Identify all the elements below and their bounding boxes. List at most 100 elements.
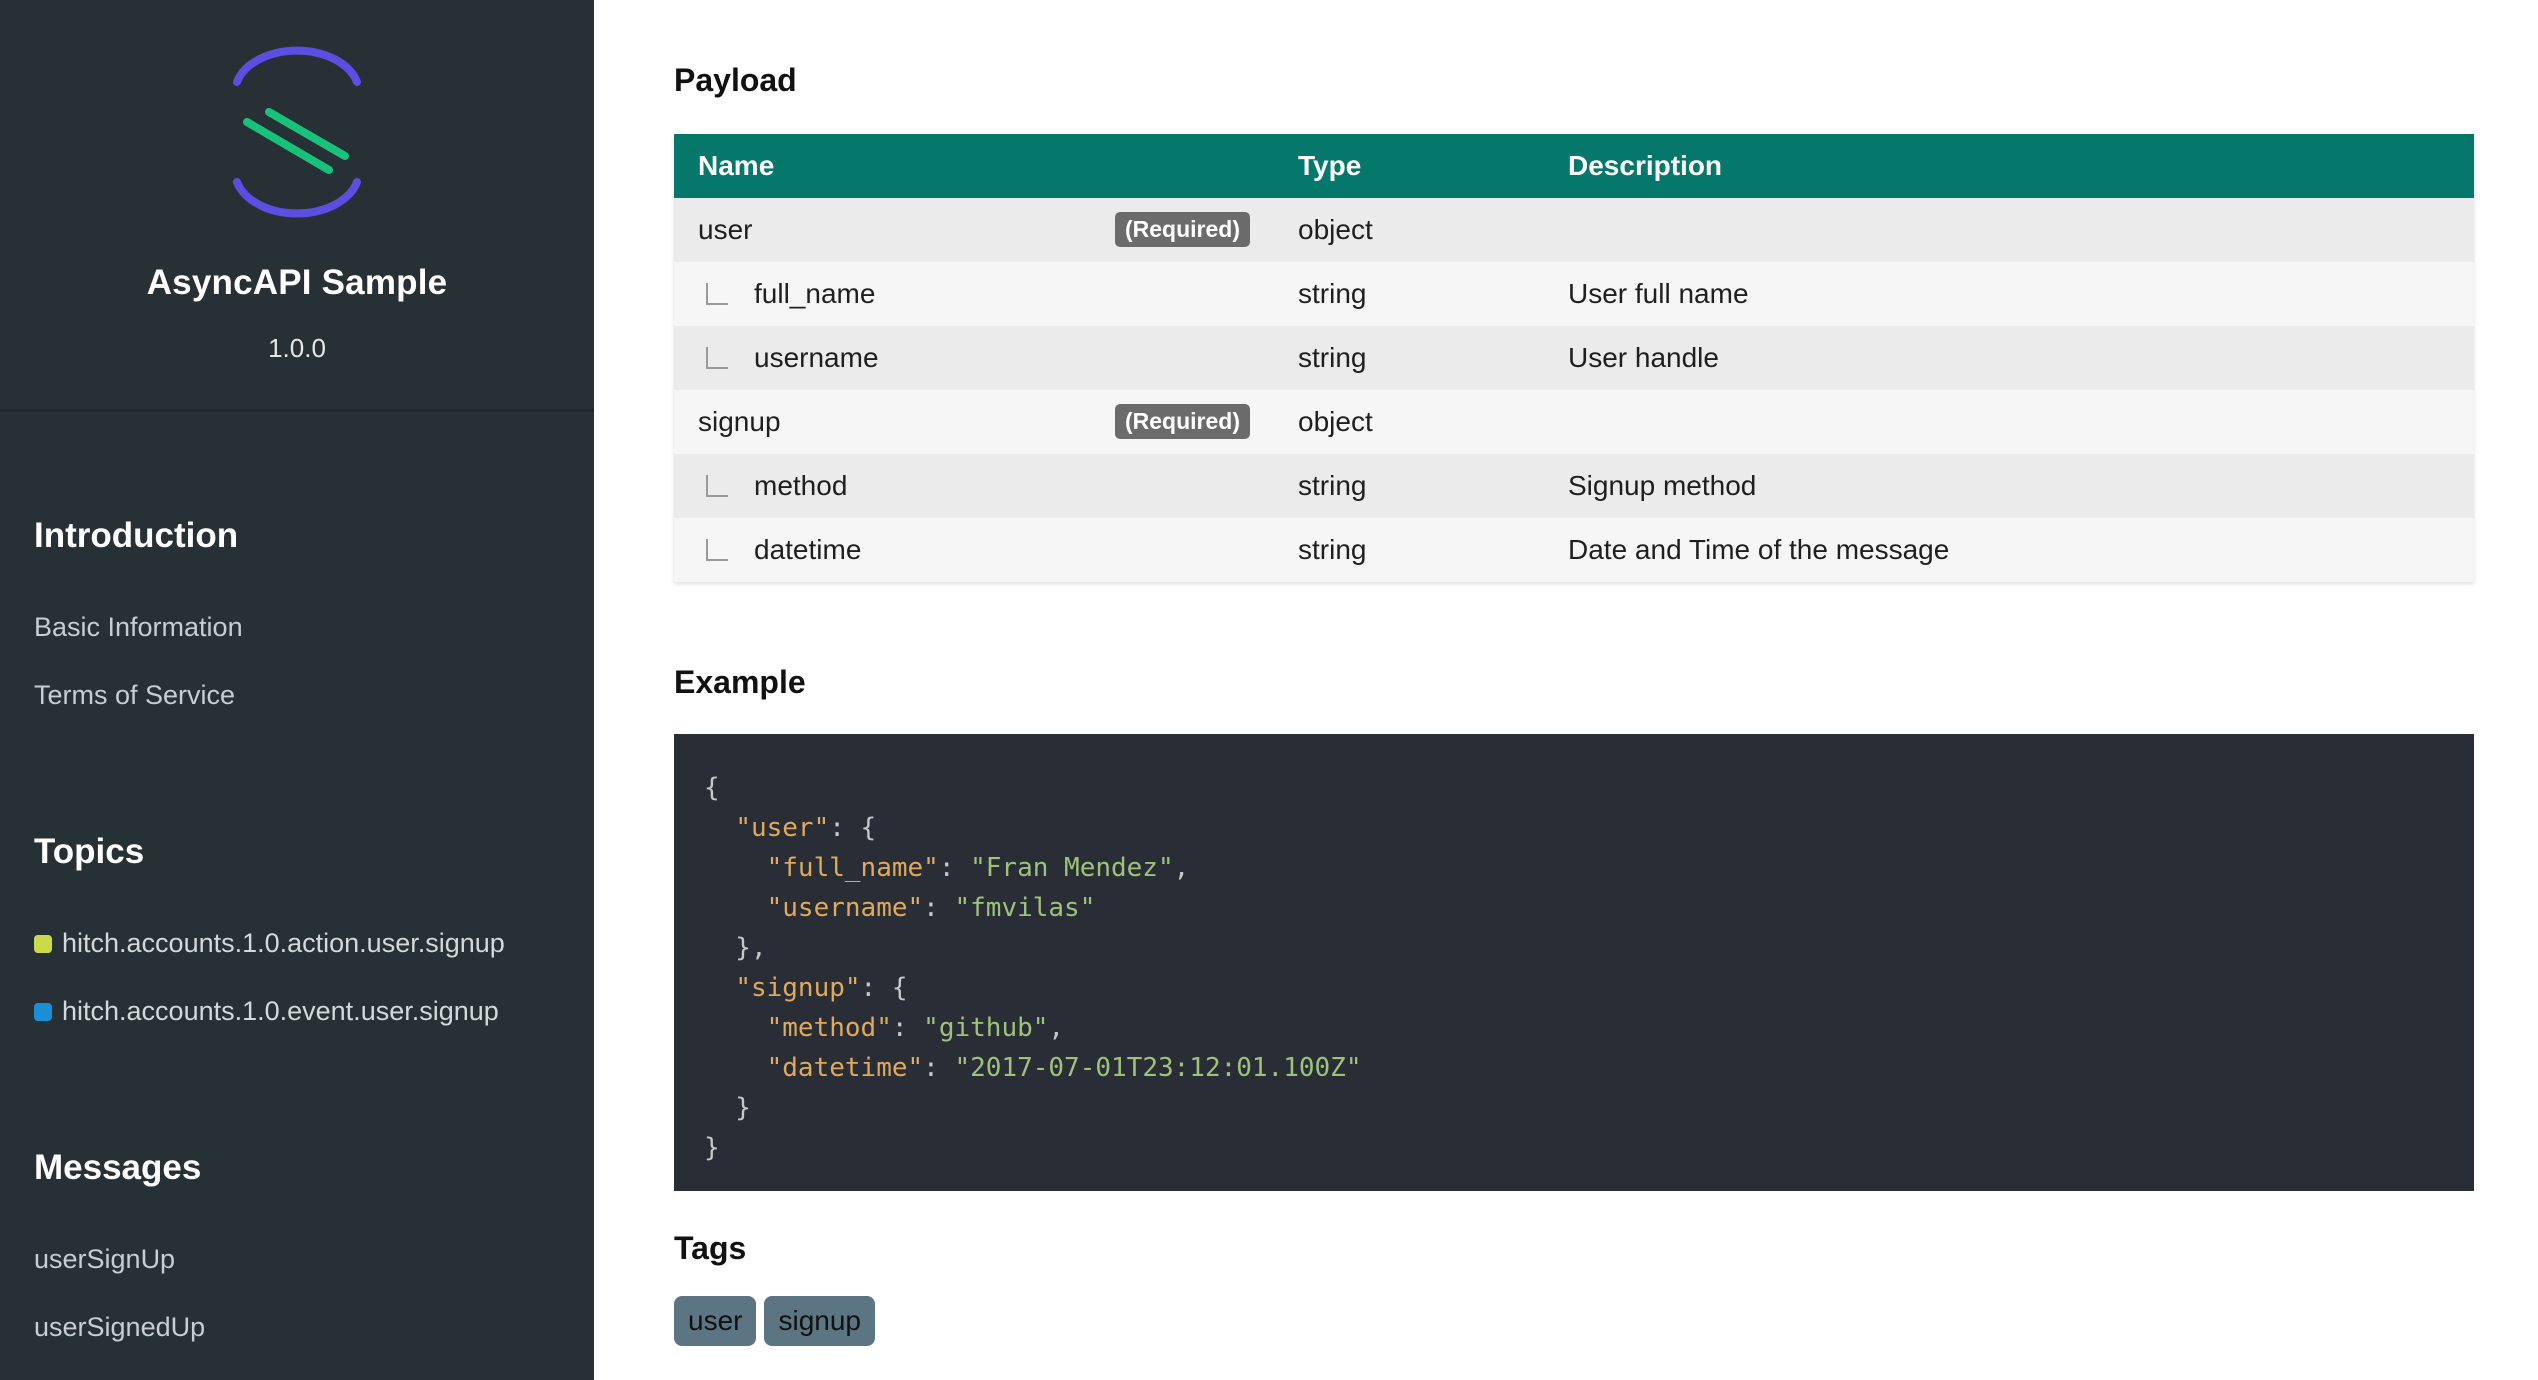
- asyncapi-logo-icon: [233, 46, 361, 218]
- cell-type: object: [1274, 198, 1544, 262]
- tag-signup[interactable]: signup: [764, 1296, 875, 1346]
- code-punctuation: [704, 973, 735, 1003]
- code-punctuation: [704, 853, 767, 883]
- nav-heading-topics: Topics: [34, 832, 145, 871]
- table-row: datetime string Date and Time of the messa…: [674, 518, 2474, 582]
- code-key: "user": [735, 813, 830, 843]
- code-punctuation: }: [704, 1133, 720, 1163]
- code-punctuation: : {: [829, 813, 877, 843]
- code-line: }: [704, 1088, 2444, 1128]
- cell-description: User full name: [1544, 262, 2474, 326]
- code-punctuation: [704, 893, 767, 923]
- code-punctuation: :: [923, 893, 955, 923]
- code-punctuation: },: [704, 933, 767, 963]
- payload-table-body: user (Required) object full_name string User …: [674, 198, 2474, 582]
- column-header-description: Description: [1544, 134, 2474, 198]
- cell-name: full_name: [674, 262, 1274, 326]
- cell-type: string: [1274, 454, 1544, 518]
- cell-type: string: [1274, 518, 1544, 582]
- cell-name: username: [674, 326, 1274, 390]
- code-line: "username": "fmvilas": [704, 888, 2444, 928]
- nav-heading-introduction: Introduction: [34, 516, 239, 555]
- field-name: user: [698, 214, 753, 245]
- payload-table-header-row: Name Type Description: [674, 134, 2474, 198]
- nav-heading-messages: Messages: [34, 1148, 202, 1187]
- sidebar: AsyncAPI Sample 1.0.0 Introduction Basic…: [0, 0, 594, 1380]
- code-line: "user": {: [704, 808, 2444, 848]
- code-punctuation: :: [938, 853, 971, 883]
- cell-name: signup (Required): [674, 390, 1274, 454]
- table-row: full_name string User full name: [674, 262, 2474, 326]
- nav-section-topics: Topics hitch.accounts.1.0.action.user.si…: [34, 832, 505, 1026]
- example-code-block: { "user": { "full_name": "Fran Mendez", …: [674, 734, 2474, 1191]
- payload-title: Payload: [674, 62, 797, 98]
- topic-color-dot: [34, 1002, 52, 1021]
- field-name: username: [754, 342, 879, 373]
- code-punctuation: [704, 1053, 767, 1083]
- code-string: "fmvilas": [954, 893, 1096, 923]
- code-string: "Fran Mendez": [970, 853, 1174, 883]
- field-name: datetime: [754, 534, 862, 565]
- nav-item-topic-action-signup[interactable]: hitch.accounts.1.0.action.user.signup: [34, 928, 505, 959]
- code-line: },: [704, 928, 2444, 968]
- nav-section-messages: Messages userSignUp userSignedUp: [34, 1148, 205, 1342]
- nav-item-basic-information[interactable]: Basic Information: [34, 612, 243, 643]
- topic-label: hitch.accounts.1.0.event.user.signup: [62, 996, 499, 1026]
- code-line: "full_name": "Fran Mendez",: [704, 848, 2444, 888]
- nav-section-introduction: Introduction Basic Information Terms of …: [34, 516, 243, 710]
- required-badge: (Required): [1115, 404, 1250, 439]
- cell-description: Date and Time of the message: [1544, 518, 2474, 582]
- code-key: "signup": [735, 973, 861, 1003]
- required-badge: (Required): [1115, 212, 1250, 247]
- code-string: "github": [923, 1013, 1049, 1043]
- sidebar-header: AsyncAPI Sample 1.0.0: [0, 0, 594, 412]
- cell-name: datetime: [674, 518, 1274, 582]
- table-row: method string Signup method: [674, 454, 2474, 518]
- code-line: }: [704, 1128, 2444, 1168]
- app-version: 1.0.0: [268, 333, 326, 363]
- cell-type: object: [1274, 390, 1544, 454]
- cell-type: string: [1274, 262, 1544, 326]
- code-punctuation: :: [923, 1053, 955, 1083]
- nav-item-terms-of-service[interactable]: Terms of Service: [34, 680, 235, 711]
- table-row: user (Required) object: [674, 198, 2474, 262]
- code-line: "signup": {: [704, 968, 2444, 1008]
- nav-item-user-signed-up[interactable]: userSignedUp: [34, 1312, 205, 1343]
- cell-name: user (Required): [674, 198, 1274, 262]
- cell-name: method: [674, 454, 1274, 518]
- example-title: Example: [674, 664, 806, 700]
- nav-item-topic-event-signup[interactable]: hitch.accounts.1.0.event.user.signup: [34, 996, 499, 1027]
- code-line: "method": "github",: [704, 1008, 2444, 1048]
- code-punctuation: {: [704, 773, 720, 803]
- code-key: "method": [766, 1013, 892, 1043]
- field-name: method: [754, 470, 848, 501]
- field-name: signup: [698, 406, 781, 437]
- tags-list: user signup: [674, 1296, 875, 1346]
- cell-type: string: [1274, 326, 1544, 390]
- code-line: {: [704, 768, 2444, 808]
- code-punctuation: ,: [1048, 1013, 1065, 1043]
- code-key: "datetime": [766, 1053, 924, 1083]
- code-punctuation: :: [891, 1013, 924, 1043]
- topic-color-dot: [34, 934, 52, 953]
- code-punctuation: [704, 1013, 767, 1043]
- field-name: full_name: [754, 278, 876, 309]
- cell-description: User handle: [1544, 326, 2474, 390]
- cell-description: [1544, 390, 2474, 454]
- code-key: "full_name": [766, 853, 939, 883]
- code-punctuation: }: [704, 1093, 751, 1123]
- cell-description: [1544, 198, 2474, 262]
- app-title: AsyncAPI Sample: [146, 263, 448, 302]
- tag-user[interactable]: user: [674, 1296, 757, 1346]
- code-string: "2017-07-01T23:12:01.100Z": [954, 1053, 1362, 1083]
- code-punctuation: ,: [1173, 853, 1190, 883]
- code-punctuation: [704, 813, 735, 843]
- code-key: "username": [766, 893, 924, 923]
- topic-label: hitch.accounts.1.0.action.user.signup: [62, 928, 505, 958]
- nav-item-user-sign-up[interactable]: userSignUp: [34, 1244, 175, 1275]
- column-header-name: Name: [674, 134, 1274, 198]
- table-row: username string User handle: [674, 326, 2474, 390]
- cell-description: Signup method: [1544, 454, 2474, 518]
- column-header-type: Type: [1274, 134, 1544, 198]
- tags-title: Tags: [674, 1230, 747, 1266]
